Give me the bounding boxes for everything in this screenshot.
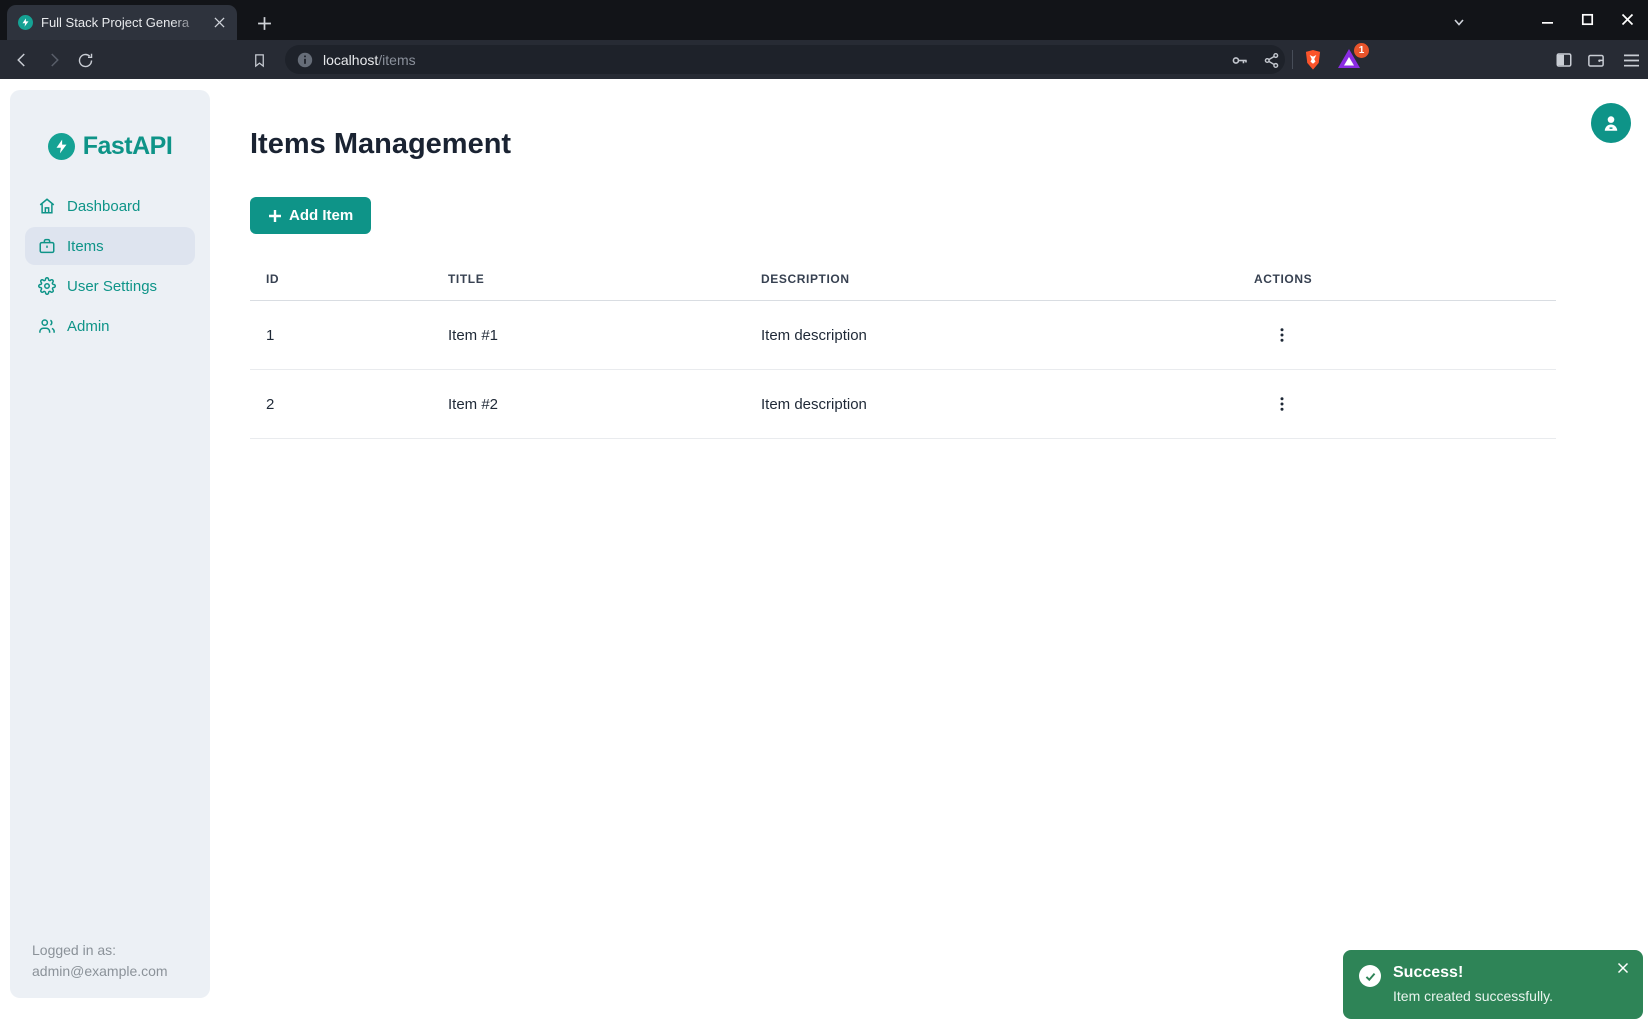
url-path: /items [378, 52, 415, 68]
column-header-id: ID [250, 258, 432, 301]
main-content: Items Management Add Item ID TITLE DESCR… [210, 79, 1648, 1025]
sidebar-item-label: Items [67, 238, 104, 255]
kebab-menu-icon [1274, 327, 1290, 343]
sidebar-item-label: Admin [67, 318, 110, 335]
cell-id: 1 [250, 301, 432, 370]
window-maximize-button[interactable] [1574, 6, 1600, 32]
password-key-icon[interactable] [1226, 47, 1252, 73]
cell-description: Item description [745, 370, 1238, 439]
row-actions-menu-button[interactable] [1268, 321, 1296, 349]
items-table: ID TITLE DESCRIPTION ACTIONS 1 Item #1 I… [250, 258, 1556, 439]
tab-close-icon[interactable] [209, 13, 229, 33]
column-header-description: DESCRIPTION [745, 258, 1238, 301]
sidebar-item-dashboard[interactable]: Dashboard [25, 187, 195, 225]
sidebar: FastAPI Dashboard Items [10, 90, 210, 998]
fastapi-favicon-icon [18, 15, 33, 30]
page-content: FastAPI Dashboard Items [0, 79, 1648, 1025]
cell-description: Item description [745, 301, 1238, 370]
share-icon[interactable] [1258, 47, 1284, 73]
column-header-title: TITLE [432, 258, 745, 301]
sidebar-item-items[interactable]: Items [25, 227, 195, 265]
table-header-row: ID TITLE DESCRIPTION ACTIONS [250, 258, 1556, 301]
side-panel-icon[interactable] [1551, 47, 1577, 73]
fastapi-logo-text: FastAPI [83, 132, 173, 161]
cell-title: Item #1 [432, 301, 745, 370]
fastapi-logo-icon [48, 133, 75, 160]
menu-hamburger-icon[interactable] [1618, 47, 1644, 73]
add-item-button[interactable]: Add Item [250, 197, 371, 234]
check-circle-icon [1359, 965, 1381, 987]
sidebar-item-label: Dashboard [67, 198, 140, 215]
site-info-icon[interactable] [297, 52, 313, 68]
users-icon [38, 317, 56, 335]
cell-actions [1238, 370, 1556, 439]
fastapi-logo: FastAPI [10, 132, 210, 161]
cell-actions [1238, 301, 1556, 370]
table-row: 1 Item #1 Item description [250, 301, 1556, 370]
window-minimize-button[interactable] [1534, 6, 1560, 32]
brave-shield-icon[interactable] [1300, 47, 1326, 73]
url-bar[interactable]: localhost/items [285, 45, 1285, 74]
browser-tab[interactable]: Full Stack Project Genera [7, 5, 237, 40]
logged-in-email: admin@example.com [32, 961, 168, 982]
page-title: Items Management [250, 128, 1648, 161]
row-actions-menu-button[interactable] [1268, 390, 1296, 418]
window-close-button[interactable] [1614, 6, 1640, 32]
sidebar-item-admin[interactable]: Admin [25, 307, 195, 345]
rewards-notification-badge: 1 [1354, 43, 1369, 58]
add-item-label: Add Item [289, 207, 353, 224]
toast-message: Item created successfully. [1393, 987, 1553, 1005]
brave-rewards-icon[interactable]: 1 [1336, 46, 1364, 74]
browser-tab-bar: Full Stack Project Genera [0, 0, 1648, 40]
briefcase-icon [38, 237, 56, 255]
wallet-icon[interactable] [1583, 47, 1609, 73]
sidebar-item-user-settings[interactable]: User Settings [25, 267, 195, 305]
bookmark-icon[interactable] [246, 47, 272, 73]
plus-icon [268, 209, 282, 223]
new-tab-button[interactable] [251, 10, 277, 36]
browser-toolbar: localhost/items 1 [0, 40, 1648, 79]
cell-id: 2 [250, 370, 432, 439]
logged-in-info: Logged in as: admin@example.com [32, 940, 168, 982]
gear-icon [38, 277, 56, 295]
url-host: localhost [323, 52, 378, 68]
sidebar-nav: Dashboard Items User Settings [10, 187, 210, 345]
cell-title: Item #2 [432, 370, 745, 439]
home-icon [38, 197, 56, 215]
success-toast: Success! Item created successfully. [1343, 950, 1643, 1019]
kebab-menu-icon [1274, 396, 1290, 412]
logged-in-label: Logged in as: [32, 940, 168, 961]
tab-search-chevron-icon[interactable] [1447, 10, 1471, 34]
toolbar-divider [1292, 50, 1293, 69]
table-row: 2 Item #2 Item description [250, 370, 1556, 439]
toast-close-icon[interactable] [1614, 959, 1632, 977]
toast-body: Success! Item created successfully. [1393, 963, 1553, 1006]
sidebar-item-label: User Settings [67, 278, 157, 295]
toast-title: Success! [1393, 963, 1553, 982]
tab-title: Full Stack Project Genera [41, 15, 209, 30]
reload-button[interactable] [72, 47, 98, 73]
url-text: localhost/items [323, 52, 416, 68]
forward-button[interactable] [41, 47, 67, 73]
column-header-actions: ACTIONS [1238, 258, 1556, 301]
back-button[interactable] [9, 47, 35, 73]
